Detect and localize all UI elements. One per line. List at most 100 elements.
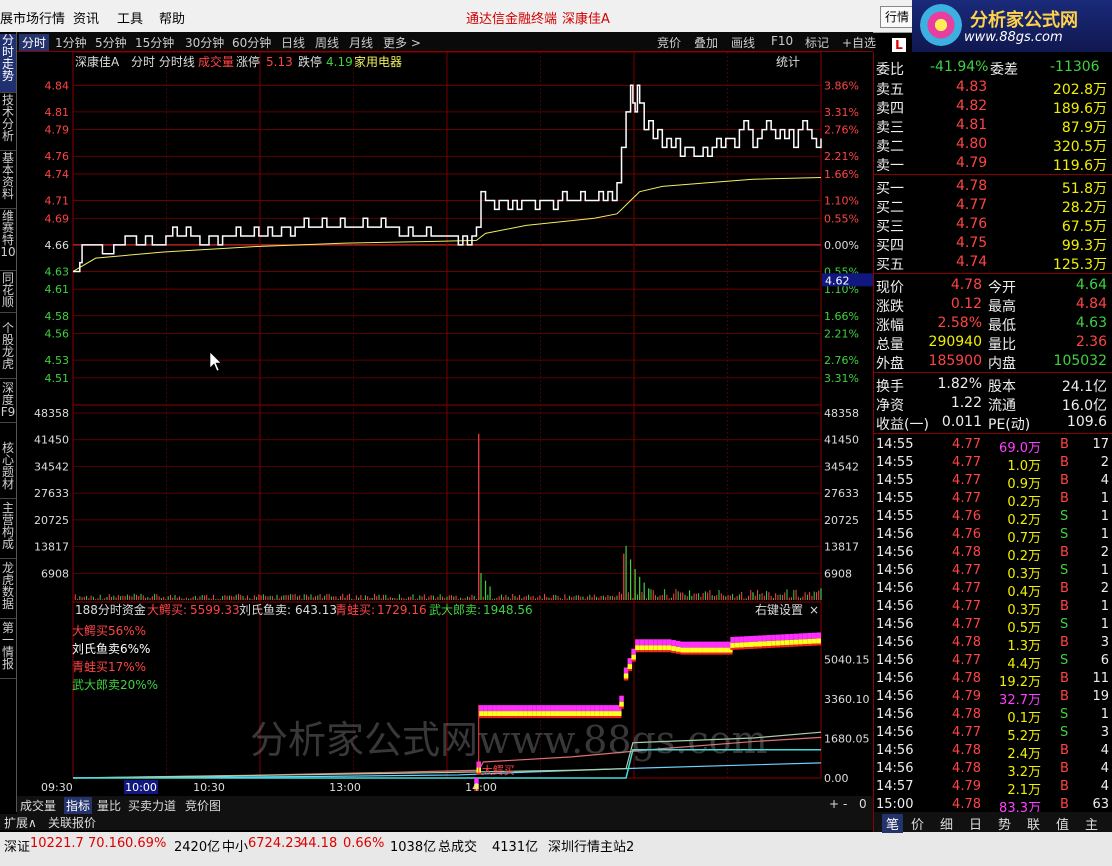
chart-header: 深康佳A 分时 分时线 成交量 涨停 5.13 跌停 4.19 家用电器 统计 — [75, 54, 800, 69]
fund-block-mid — [532, 711, 537, 717]
tick-price: 4.78 — [952, 761, 981, 776]
fund-block-mid — [816, 638, 821, 644]
fund-block-top — [689, 641, 694, 648]
panel-tab[interactable]: 主 — [1085, 814, 1098, 833]
fund-block-top — [734, 636, 740, 643]
fund-block-top — [802, 633, 808, 640]
quote-row: 涨跌 0.12 最高 4.84 — [874, 295, 1112, 315]
tick-count: 63 — [1092, 797, 1109, 812]
reset-button[interactable]: 0 — [859, 797, 867, 811]
related-quotes-tab[interactable]: 关联报价 — [48, 814, 96, 831]
tab-indicator[interactable]: 指标 — [64, 797, 93, 814]
panel-tab[interactable]: 细 — [940, 814, 953, 833]
level-volume: 202.8万 — [1052, 82, 1107, 98]
panel-tab[interactable]: 笔 — [882, 814, 904, 833]
tick-direction: B — [1060, 491, 1069, 506]
fund-block-bottom — [684, 652, 690, 655]
fund-block-top — [518, 705, 524, 712]
fund-block-top — [739, 636, 744, 643]
fund-block-mid — [505, 711, 511, 717]
time-tick-label: 10:00 — [125, 781, 157, 794]
pct-tick-label: 1.66% — [824, 168, 859, 181]
panel-tab[interactable]: 联 — [1027, 814, 1040, 833]
fundamental-label: 股本 — [988, 379, 1016, 395]
fund-block-bottom — [693, 652, 698, 655]
tick-direction: S — [1060, 725, 1069, 740]
price-tick-label: 4.66 — [45, 239, 70, 252]
fund-block-top — [639, 639, 645, 646]
fund-block-mid — [644, 645, 649, 651]
fund-block-bottom — [748, 646, 753, 649]
level-label: 买二 — [876, 200, 904, 216]
fundamental-row: 收益(一) 0.011 PE(动) 109.6 — [874, 413, 1112, 433]
fund-block-bottom — [807, 643, 812, 646]
fund-block-top — [532, 705, 537, 712]
tab-volume-ratio[interactable]: 量比 — [97, 797, 121, 814]
tick-count: 1 — [1100, 563, 1109, 578]
tick-row: 14:56 4.78 1.3万 B 3 — [874, 634, 1112, 654]
tick-row: 14:56 4.78 2.4万 B 4 — [874, 742, 1112, 762]
fundamental-value: 24.1亿 — [1061, 379, 1107, 395]
fund-block-bottom — [757, 646, 763, 649]
intraday-chart[interactable]: 4.84 3.86% 4.81 3.31% 4.79 2.76% 4.76 2.21% 4.74… — [0, 0, 873, 796]
fund-block-top — [715, 641, 720, 648]
sme-index-amount: 1038亿 — [390, 840, 437, 855]
fund-s4-label: 武大郎卖: — [429, 603, 481, 617]
fund-block-mid — [671, 646, 676, 652]
tick-row: 14:56 4.77 0.5万 S 1 — [874, 616, 1112, 636]
fund-block-mid — [675, 646, 681, 652]
price-tick-label: 4.76 — [45, 150, 70, 163]
zoom-in-button[interactable]: + — [829, 797, 839, 811]
tick-time: 14:56 — [876, 527, 914, 542]
pct-tick-label: 3.31% — [824, 106, 859, 119]
panel-tab[interactable]: 价 — [911, 814, 924, 833]
tick-price: 4.78 — [952, 635, 981, 650]
fund-block-bottom — [706, 652, 711, 655]
fund-block-top — [619, 695, 624, 702]
level-volume: 125.3万 — [1052, 257, 1107, 273]
tab-auction-chart[interactable]: 竞价图 — [185, 797, 221, 814]
fund-block-top — [545, 705, 551, 712]
tick-price: 4.77 — [952, 599, 981, 614]
level-price: 4.77 — [956, 197, 988, 213]
tick-count: 2 — [1100, 455, 1109, 470]
level-price: 4.83 — [956, 79, 988, 95]
fund-block-top — [603, 705, 609, 712]
tick-time: 14:56 — [876, 689, 914, 704]
level-price: 4.74 — [956, 254, 988, 270]
pct-tick-label: 2.76% — [824, 124, 859, 137]
panel-tab[interactable]: 势 — [998, 814, 1011, 833]
fund-block-top — [680, 641, 685, 648]
tab-buy-sell-power[interactable]: 买卖力道 — [128, 797, 176, 814]
level2-icon[interactable]: L — [892, 38, 906, 52]
sell-level-row: 卖四 4.82 189.6万 — [874, 97, 1112, 117]
fund-tick-label: 3360.10 — [824, 693, 870, 706]
panel-tab[interactable]: 值 — [1056, 814, 1069, 833]
level-label: 卖四 — [876, 101, 904, 117]
panel-tab[interactable]: 日 — [969, 814, 982, 833]
indicator-tabs: 成交量 指标 量比 买卖力道 竞价图 + - 0 — [17, 796, 873, 814]
fund-block-top — [487, 705, 493, 712]
fund-block-mid — [753, 641, 758, 647]
fundamental-label: 收益(一) — [876, 417, 929, 433]
buy-level-row: 买四 4.75 99.3万 — [874, 234, 1112, 254]
tick-row: 14:57 4.79 2.1万 B 4 — [874, 778, 1112, 798]
tick-count: 1 — [1100, 491, 1109, 506]
fund-block-bottom — [719, 652, 724, 655]
fund-block-mid — [563, 711, 569, 717]
fund-block-mid — [719, 647, 724, 653]
tick-row: 14:56 4.78 0.1万 S 1 — [874, 706, 1112, 726]
fund-block-mid — [576, 711, 582, 717]
divider — [874, 273, 1112, 274]
zoom-out-button[interactable]: - — [843, 797, 847, 811]
fund-block-mid — [739, 642, 744, 648]
sz-index-value: 10221.7 — [30, 836, 84, 851]
tick-count: 1 — [1100, 527, 1109, 542]
fund-block-mid — [684, 647, 690, 653]
fund-block-mid — [483, 711, 488, 717]
fund-block-bottom — [623, 678, 629, 681]
expand-button[interactable]: 扩展∧ — [4, 814, 37, 831]
quotes-button[interactable]: 行情 — [880, 6, 914, 28]
tab-volume[interactable]: 成交量 — [20, 797, 56, 814]
fund-block-top — [608, 705, 613, 712]
